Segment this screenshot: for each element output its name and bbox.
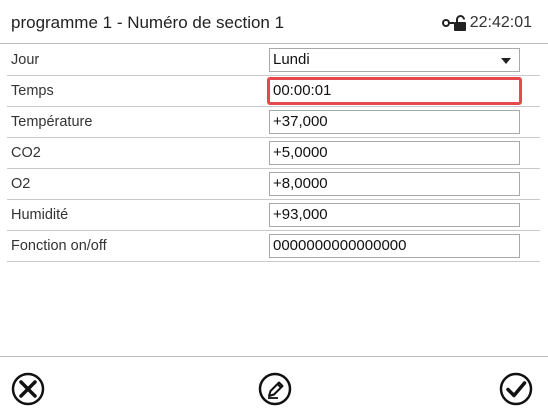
footer-bar — [0, 356, 548, 414]
row-label: Température — [11, 114, 93, 130]
o2-input[interactable]: +8,0000 — [269, 172, 520, 196]
row-humidite: Humidité +93,000 — [7, 200, 540, 231]
fonction-on-off-input[interactable]: 0000000000000000 — [269, 234, 520, 258]
header-bar: programme 1 - Numéro de section 1 22:42:… — [0, 0, 548, 44]
select-value: Lundi — [273, 51, 310, 68]
unlocked-padlock-icon — [441, 15, 466, 31]
row-label: Fonction on/off — [11, 238, 107, 254]
status-area: 22:42:01 — [441, 11, 548, 32]
row-label: Jour — [11, 52, 40, 68]
close-circle-icon[interactable] — [10, 371, 46, 407]
temperature-input[interactable]: +37,000 — [269, 110, 520, 134]
row-label: CO2 — [11, 145, 41, 161]
temps-input[interactable]: 00:00:01 — [267, 77, 522, 105]
co2-input[interactable]: +5,0000 — [269, 141, 520, 165]
row-label: Temps — [11, 83, 54, 99]
row-temps: Temps 00:00:01 — [7, 76, 540, 107]
clock: 22:42:01 — [469, 14, 532, 31]
row-fonction-on-off: Fonction on/off 0000000000000000 — [7, 231, 540, 262]
humidite-input[interactable]: +93,000 — [269, 203, 520, 227]
row-o2: O2 +8,0000 — [7, 169, 540, 200]
row-label: O2 — [11, 176, 31, 192]
check-circle-icon[interactable] — [498, 371, 534, 407]
row-label: Humidité — [11, 207, 69, 223]
row-jour: Jour Lundi — [7, 45, 540, 76]
dropdown-arrow-icon — [501, 58, 511, 64]
page-title: programme 1 - Numéro de section 1 — [11, 13, 285, 32]
pencil-circle-icon[interactable] — [257, 371, 293, 407]
row-co2: CO2 +5,0000 — [7, 138, 540, 169]
row-temperature: Température +37,000 — [7, 107, 540, 138]
parameter-list: Jour Lundi Temps 00:00:01 Température +3… — [0, 45, 548, 262]
program-section-screen: programme 1 - Numéro de section 1 22:42:… — [0, 0, 548, 414]
jour-select[interactable]: Lundi — [269, 48, 520, 72]
